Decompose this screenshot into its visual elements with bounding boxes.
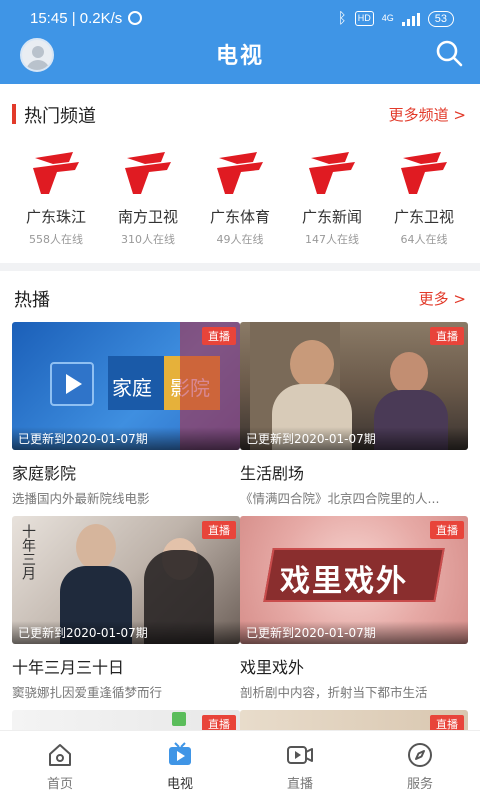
battery-icon: 53: [427, 10, 454, 27]
live-badge: 直播: [202, 327, 236, 345]
channel-name: 广东卫视: [393, 208, 454, 226]
channel-online-count: 49人在线: [216, 233, 264, 246]
program-title: 生活剧场: [240, 464, 305, 483]
more-hot-link[interactable]: 更多 >: [419, 288, 466, 309]
live-badge: 直播: [430, 715, 464, 730]
app-header: 15:45 | 0.2K/s ᛒ HD 4G 53 电视: [0, 0, 480, 84]
hd-icon: HD: [354, 11, 374, 26]
channel-logo-icon: [309, 152, 355, 194]
person-figure: [290, 340, 334, 388]
program-title: 戏里戏外: [240, 658, 305, 677]
nav-label: 直播: [286, 777, 313, 792]
channel-item[interactable]: 广东体育 49人在线: [197, 150, 283, 254]
section-divider: [0, 263, 480, 271]
program-thumbnail: 十年三月 直播 已更新到2020-01-07期: [12, 516, 240, 644]
bottom-nav: 首页 电视 直播 服务: [0, 730, 480, 800]
more-channels-link[interactable]: 更多频道 >: [389, 104, 466, 125]
channel-item[interactable]: 南方卫视 310人在线: [105, 150, 191, 254]
nav-tv[interactable]: 电视: [120, 731, 240, 800]
live-badge: 直播: [430, 521, 464, 539]
program-thumbnail: 直播: [240, 710, 468, 730]
live-camera-icon: [287, 746, 313, 764]
nav-live[interactable]: 直播: [240, 731, 360, 800]
program-thumbnail: 家庭 影院 直播 已更新到2020-01-07期: [12, 322, 240, 450]
live-badge: 直播: [202, 715, 236, 730]
channel-item[interactable]: 广东卫视 64人在线: [381, 150, 467, 254]
network-type: 4G: [381, 13, 394, 23]
program-description: 《情满四合院》北京四合院里的人...: [240, 491, 440, 506]
search-icon[interactable]: [434, 38, 464, 68]
program-description: 剖析剧中内容，折射当下都市生活: [240, 685, 428, 700]
status-icons: ᛒ HD 4G 53: [338, 10, 454, 27]
alarm-icon: [128, 11, 142, 25]
channel-online-count: 64人在线: [400, 233, 448, 246]
nav-home[interactable]: 首页: [0, 731, 120, 800]
section-marker: [12, 104, 16, 124]
thumbnail-text: 十年三月: [20, 524, 36, 580]
compass-icon: [408, 743, 432, 767]
channel-name: 南方卫视: [117, 208, 178, 226]
update-status: 已更新到2020-01-07期: [12, 621, 240, 644]
page-title: 电视: [215, 44, 264, 69]
program-card[interactable]: 戏里戏外 直播 已更新到2020-01-07期 戏里戏外 剖析剧中内容，折射当下…: [240, 516, 468, 701]
update-status: 已更新到2020-01-07期: [240, 427, 468, 450]
signal-icon: [401, 12, 420, 26]
program-title: 家庭影院: [12, 464, 77, 483]
bluetooth-icon: ᛒ: [337, 10, 347, 27]
person-figure: [76, 524, 116, 570]
program-thumbnail: 直播 已更新到2020-01-07期: [240, 322, 468, 450]
channel-item[interactable]: 广东珠江 558人在线: [13, 150, 99, 254]
section-title: 热门频道: [24, 106, 96, 127]
program-card[interactable]: 家庭 影院 直播 已更新到2020-01-07期 家庭影院 选播国内外最新院线电…: [12, 322, 240, 507]
channel-online-count: 310人在线: [121, 233, 175, 246]
channel-logo-icon: [125, 152, 171, 194]
thumbnail-text: 戏里戏外: [280, 564, 408, 599]
channel-online-count: 558人在线: [29, 233, 83, 246]
channel-logo-icon: [217, 152, 263, 194]
program-card[interactable]: 十年三月 直播 已更新到2020-01-07期 十年三月三十日 窦骁娜扎因爱重逢…: [12, 516, 240, 701]
thumbnail-text: 家庭: [112, 376, 152, 400]
person-figure: [390, 352, 428, 394]
nav-service[interactable]: 服务: [360, 731, 480, 800]
update-status: 已更新到2020-01-07期: [12, 427, 240, 450]
channel-item[interactable]: 广东新闻 147人在线: [289, 150, 375, 254]
hot-play-header: 热播 更多 >: [0, 284, 480, 314]
channel-name: 广东珠江: [25, 208, 86, 226]
program-title: 十年三月三十日: [12, 658, 125, 677]
program-description: 窦骁娜扎因爱重逢循梦而行: [12, 685, 163, 700]
tv-icon: [169, 742, 191, 765]
nav-label: 电视: [166, 777, 193, 792]
program-thumbnail: 戏里戏外 直播 已更新到2020-01-07期: [240, 516, 468, 644]
channel-online-count: 147人在线: [305, 233, 359, 246]
program-description: 选播国内外最新院线电影: [12, 491, 150, 506]
nav-label: 首页: [46, 777, 73, 792]
play-icon: [50, 362, 94, 406]
home-icon: [49, 744, 71, 766]
program-card[interactable]: 直播: [240, 710, 468, 730]
channel-list: 广东珠江 558人在线 南方卫视 310人在线 广东体育 49人在线 广东新闻 …: [0, 150, 480, 254]
program-card[interactable]: 直播 已更新到2020-01-07期 生活剧场 《情满四合院》北京四合院里的人.…: [240, 322, 468, 507]
nav-label: 服务: [406, 777, 433, 792]
channel-name: 广东体育: [209, 208, 270, 226]
channel-name: 广东新闻: [301, 208, 362, 226]
live-badge: 直播: [430, 327, 464, 345]
hot-channels-header: 热门频道 更多频道 >: [0, 100, 480, 130]
status-time: 15:45 | 0.2K/s: [30, 10, 123, 27]
update-status: 已更新到2020-01-07期: [240, 621, 468, 644]
section-title: 热播: [14, 290, 50, 311]
channel-logo-icon: [33, 152, 79, 194]
program-thumbnail: 直播: [12, 710, 240, 730]
status-bar: 15:45 | 0.2K/s ᛒ HD 4G 53: [0, 0, 480, 36]
live-badge: 直播: [202, 521, 236, 539]
program-card[interactable]: 直播: [12, 710, 240, 730]
channel-logo-icon: [401, 152, 447, 194]
